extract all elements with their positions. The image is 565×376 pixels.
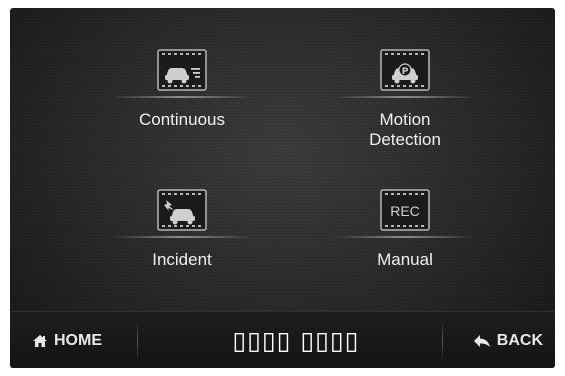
car-impact-icon [152, 188, 212, 232]
manual-recording-button[interactable]: REC Manual [305, 188, 505, 270]
page-title: ▯▯▯▯ ▯▯▯▯ [232, 326, 360, 355]
rec-icon-text: REC [390, 203, 420, 219]
item-underline [112, 96, 252, 98]
divider-right [442, 320, 443, 362]
back-button[interactable]: BACK [473, 312, 543, 368]
manual-label: Manual [377, 250, 433, 269]
motion-detection-button[interactable]: P Motion Detection [305, 48, 505, 150]
item-underline [335, 236, 475, 238]
svg-text:P: P [402, 67, 409, 77]
dashcam-screen: Continuous P Motion Detection Incident R… [10, 8, 555, 368]
back-arrow-icon [473, 334, 490, 347]
incident-recording-button[interactable]: Incident [82, 188, 282, 270]
car-motion-icon [152, 48, 212, 92]
back-label: BACK [496, 331, 543, 349]
incident-label: Incident [152, 250, 212, 269]
home-button[interactable]: HOME [32, 312, 102, 368]
car-parking-icon: P [375, 48, 435, 92]
rec-icon: REC [375, 188, 435, 232]
divider-left [137, 320, 138, 362]
bottom-bar: HOME ▯▯▯▯ ▯▯▯▯ BACK [10, 311, 555, 368]
item-underline [335, 96, 475, 98]
home-label: HOME [54, 331, 102, 349]
item-underline [112, 236, 252, 238]
continuous-recording-button[interactable]: Continuous [82, 48, 282, 130]
continuous-label: Continuous [138, 110, 225, 129]
home-icon [33, 334, 47, 347]
motion-detection-label: Motion Detection [369, 110, 441, 149]
